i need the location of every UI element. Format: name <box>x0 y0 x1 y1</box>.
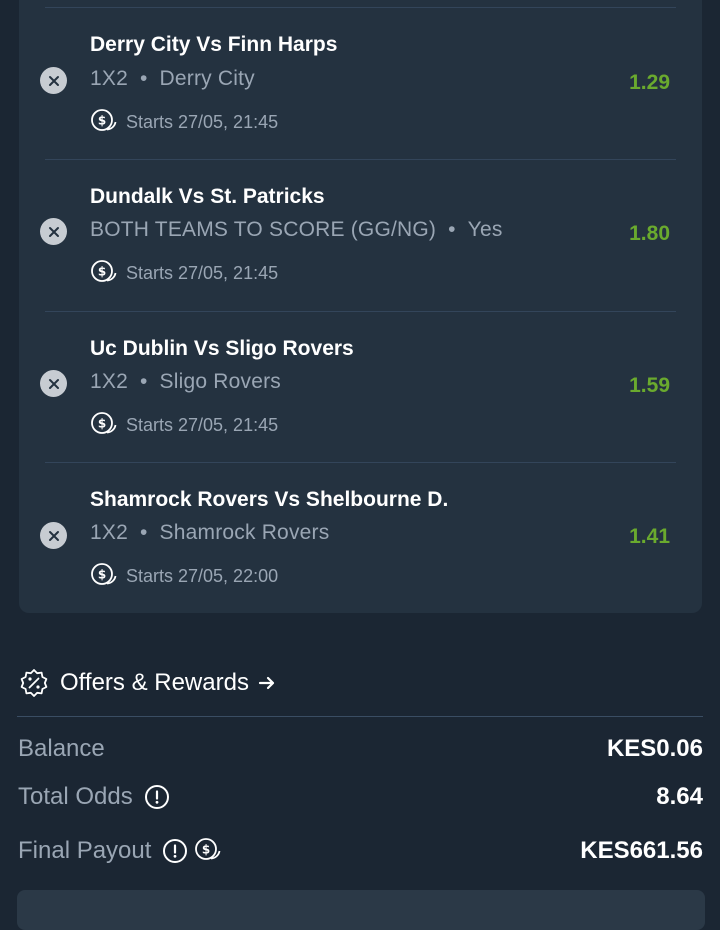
final-payout-row: Final Payout $ KES661.56 <box>18 833 703 869</box>
separator-dot: • <box>448 218 456 241</box>
bet-item: Dundalk Vs St. Patricks BOTH TEAMS TO SC… <box>0 160 720 310</box>
start-time: $ Starts 27/05, 22:00 <box>90 562 278 590</box>
market-line: 1X2 • Derry City <box>90 67 255 91</box>
info-icon[interactable] <box>162 838 188 864</box>
total-odds-row: Total Odds 8.64 <box>18 779 703 815</box>
start-time: $ Starts 27/05, 21:45 <box>90 259 278 287</box>
separator-dot: • <box>139 521 148 544</box>
market-line: BOTH TEAMS TO SCORE (GG/NG) • Yes <box>90 218 503 242</box>
remove-bet-button[interactable] <box>40 522 67 549</box>
selection-name: Shamrock Rovers <box>159 521 330 544</box>
start-time: $ Starts 27/05, 21:45 <box>90 411 278 439</box>
odds-value: 1.80 <box>629 222 670 245</box>
selection-name: Yes <box>467 218 503 241</box>
selection-name: Sligo Rovers <box>159 370 281 393</box>
bet-item: Uc Dublin Vs Sligo Rovers 1X2 • Sligo Rove… <box>0 312 720 462</box>
start-label: Starts 27/05, 21:45 <box>126 262 279 283</box>
bottom-panel <box>17 890 705 930</box>
balance-label: Balance <box>18 735 105 762</box>
market-name: 1X2 <box>90 370 128 393</box>
market-name: 1X2 <box>90 521 128 544</box>
odds-value: 1.59 <box>629 374 670 397</box>
remove-bet-button[interactable] <box>40 370 67 397</box>
offers-rewards-link[interactable]: Offers & Rewards <box>19 668 277 698</box>
close-icon <box>48 226 59 237</box>
cash-coin-icon: $ <box>90 108 118 136</box>
separator-dot: • <box>139 67 148 90</box>
bet-item: Derry City Vs Finn Harps 1X2 • Derry City … <box>0 8 720 158</box>
cash-coin-icon: $ <box>90 411 118 439</box>
odds-value: 1.41 <box>629 525 670 548</box>
selection-name: Derry City <box>159 67 255 90</box>
svg-text:$: $ <box>98 417 106 431</box>
remove-bet-button[interactable] <box>40 218 67 245</box>
total-odds-label: Total Odds <box>18 783 133 810</box>
final-payout-label: Final Payout <box>18 837 152 864</box>
market-name: BOTH TEAMS TO SCORE (GG/NG) <box>90 218 437 241</box>
market-line: 1X2 • Sligo Rovers <box>90 370 281 394</box>
match-title: Dundalk Vs St. Patricks <box>90 185 325 208</box>
balance-value: KES0.06 <box>606 735 703 762</box>
start-label: Starts 27/05, 21:45 <box>126 414 279 435</box>
start-label: Starts 27/05, 21:45 <box>126 111 279 132</box>
start-label: Starts 27/05, 22:00 <box>126 565 279 586</box>
offers-label: Offers & Rewards <box>60 669 249 696</box>
svg-text:$: $ <box>98 265 106 279</box>
separator-dot: • <box>139 370 148 393</box>
final-payout-value: KES661.56 <box>580 837 703 864</box>
match-title: Uc Dublin Vs Sligo Rovers <box>90 337 354 360</box>
bet-item: Shamrock Rovers Vs Shelbourne D. 1X2 • Sha… <box>0 463 720 613</box>
cash-coin-icon: $ <box>90 562 118 590</box>
cash-coin-icon: $ <box>90 259 118 287</box>
market-name: 1X2 <box>90 67 128 90</box>
match-title: Shamrock Rovers Vs Shelbourne D. <box>90 488 449 511</box>
info-icon[interactable] <box>144 784 170 810</box>
cash-coin-icon[interactable]: $ <box>194 837 222 865</box>
close-icon <box>48 75 59 86</box>
start-time: $ Starts 27/05, 21:45 <box>90 108 278 136</box>
total-odds-label-group: Total Odds <box>18 783 170 811</box>
balance-row: Balance KES0.06 <box>18 731 703 767</box>
match-title: Derry City Vs Finn Harps <box>90 33 338 56</box>
svg-text:$: $ <box>202 843 210 857</box>
close-icon <box>48 378 59 389</box>
svg-text:$: $ <box>98 568 106 582</box>
total-odds-value: 8.64 <box>656 783 703 810</box>
arrow-right-icon <box>257 673 277 693</box>
close-icon <box>48 530 59 541</box>
market-line: 1X2 • Shamrock Rovers <box>90 521 329 545</box>
discount-badge-icon <box>19 668 49 698</box>
final-payout-label-group: Final Payout $ <box>18 837 222 865</box>
svg-text:$: $ <box>98 114 106 128</box>
odds-value: 1.29 <box>629 71 670 94</box>
summary-divider <box>17 716 703 717</box>
remove-bet-button[interactable] <box>40 67 67 94</box>
